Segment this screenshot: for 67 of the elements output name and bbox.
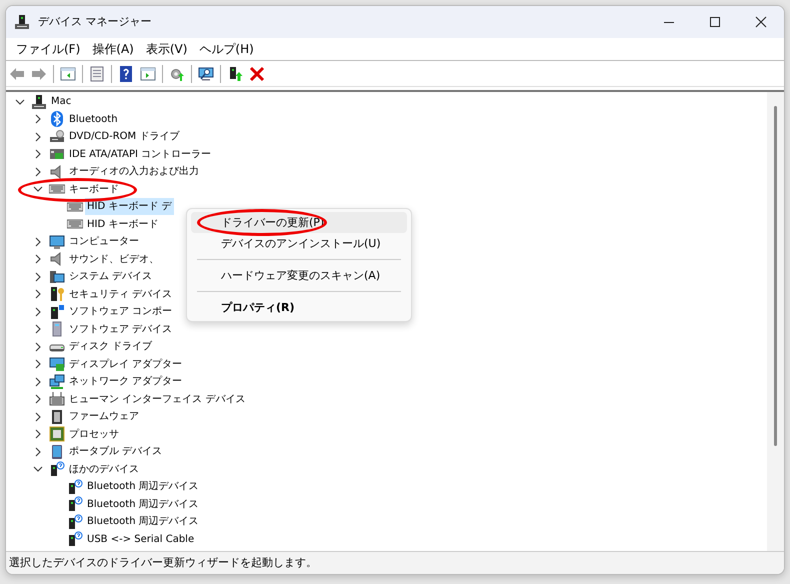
scroll-thumb[interactable] bbox=[774, 106, 777, 446]
menu-item[interactable]: ヘルプ(H) bbox=[193, 40, 260, 58]
unknown-device-icon bbox=[67, 478, 83, 495]
context-menu-item[interactable]: デバイスのアンインストール(U) bbox=[191, 233, 407, 254]
unknown-device-icon bbox=[67, 496, 83, 512]
tree-item[interactable]: Mac bbox=[49, 93, 74, 110]
tree-item[interactable]: Bluetooth 周辺デバイス bbox=[85, 513, 201, 530]
window-title: デバイス マネージャー bbox=[38, 14, 152, 30]
back-arrow-icon[interactable] bbox=[9, 66, 25, 82]
maximize-icon bbox=[709, 16, 721, 28]
tree-item[interactable]: USB <-> Serial Cable bbox=[85, 530, 196, 548]
tree-item[interactable]: ソフトウェア デバイス bbox=[67, 320, 174, 338]
disc-drive-icon bbox=[49, 128, 65, 145]
computer-icon bbox=[31, 94, 47, 110]
panel-icon[interactable] bbox=[140, 66, 156, 82]
system-device-icon bbox=[49, 268, 65, 285]
chip-icon bbox=[49, 408, 65, 425]
tree-item[interactable]: コンピューター bbox=[67, 233, 141, 250]
tree-item[interactable]: キーボード bbox=[67, 180, 121, 198]
tree-item[interactable]: HID キーボード bbox=[85, 216, 160, 233]
tree-item[interactable]: セキュリティ デバイス bbox=[67, 286, 174, 303]
bluetooth-icon bbox=[49, 111, 65, 128]
tree-item[interactable]: ネットワーク アダプター bbox=[67, 373, 184, 390]
device-update-icon[interactable] bbox=[227, 66, 243, 82]
unknown-device-icon bbox=[49, 461, 65, 478]
tree-item[interactable]: Bluetooth bbox=[67, 110, 120, 128]
tree-item[interactable]: ファームウェア bbox=[67, 408, 141, 426]
tree-item[interactable]: DVD/CD-ROM ドライブ bbox=[67, 128, 182, 146]
tree-item[interactable]: ほかのデバイス bbox=[67, 460, 141, 478]
help-icon[interactable] bbox=[118, 66, 134, 82]
unknown-device-icon bbox=[67, 531, 83, 548]
status-text: 選択したデバイスのドライバー更新ウィザードを起動します。 bbox=[9, 554, 317, 571]
tree-item[interactable]: Bluetooth 周辺デバイス bbox=[85, 478, 201, 496]
network-icon bbox=[49, 374, 65, 390]
panel-icon[interactable] bbox=[60, 66, 76, 82]
tree-item[interactable]: プロセッサ bbox=[67, 426, 121, 443]
tree-item[interactable]: ソフトウェア コンポー bbox=[67, 303, 174, 320]
tree-item[interactable]: ディスプレイ アダプター bbox=[67, 356, 184, 373]
delete-icon[interactable] bbox=[249, 66, 265, 82]
tree-item[interactable]: HID キーボード デ bbox=[85, 198, 174, 216]
tree-item[interactable]: サウンド、ビデオ、 bbox=[67, 250, 161, 268]
display-adapter-icon bbox=[49, 356, 65, 372]
tree-item[interactable]: IDE ATA/ATAPI コントローラー bbox=[67, 146, 214, 163]
portable-device-icon bbox=[49, 444, 65, 460]
properties-icon[interactable] bbox=[89, 66, 105, 82]
menu-item[interactable]: 操作(A) bbox=[86, 40, 140, 58]
tree-item[interactable]: ヒューマン インターフェイス デバイス bbox=[67, 390, 248, 408]
tree-item[interactable]: システム デバイス bbox=[67, 268, 154, 286]
device-icon bbox=[49, 304, 65, 320]
key-device-icon bbox=[49, 286, 65, 302]
tree-item[interactable]: Bluetooth 周辺デバイス bbox=[85, 496, 201, 513]
tree-item[interactable]: オーディオの入力および出力 bbox=[67, 163, 201, 180]
context-menu-item[interactable]: プロパティ(R) bbox=[191, 297, 407, 318]
unknown-device-icon bbox=[67, 514, 83, 530]
processor-icon bbox=[49, 426, 65, 442]
forward-arrow-icon[interactable] bbox=[31, 66, 47, 82]
scrollbar[interactable] bbox=[767, 92, 784, 551]
tree-item[interactable]: ポータブル デバイス bbox=[67, 443, 164, 460]
close-icon bbox=[755, 16, 767, 28]
scan-monitor-icon[interactable] bbox=[198, 66, 214, 82]
computer-icon bbox=[14, 14, 30, 30]
input-device-icon bbox=[49, 391, 65, 408]
monitor-icon bbox=[49, 234, 65, 250]
context-menu-item[interactable]: ハードウェア変更のスキャン(A) bbox=[191, 265, 407, 286]
menu-item[interactable]: 表示(V) bbox=[140, 40, 194, 58]
menu-item[interactable]: ファイル(F) bbox=[10, 40, 86, 58]
tree-item[interactable]: ディスク ドライブ bbox=[67, 338, 154, 356]
